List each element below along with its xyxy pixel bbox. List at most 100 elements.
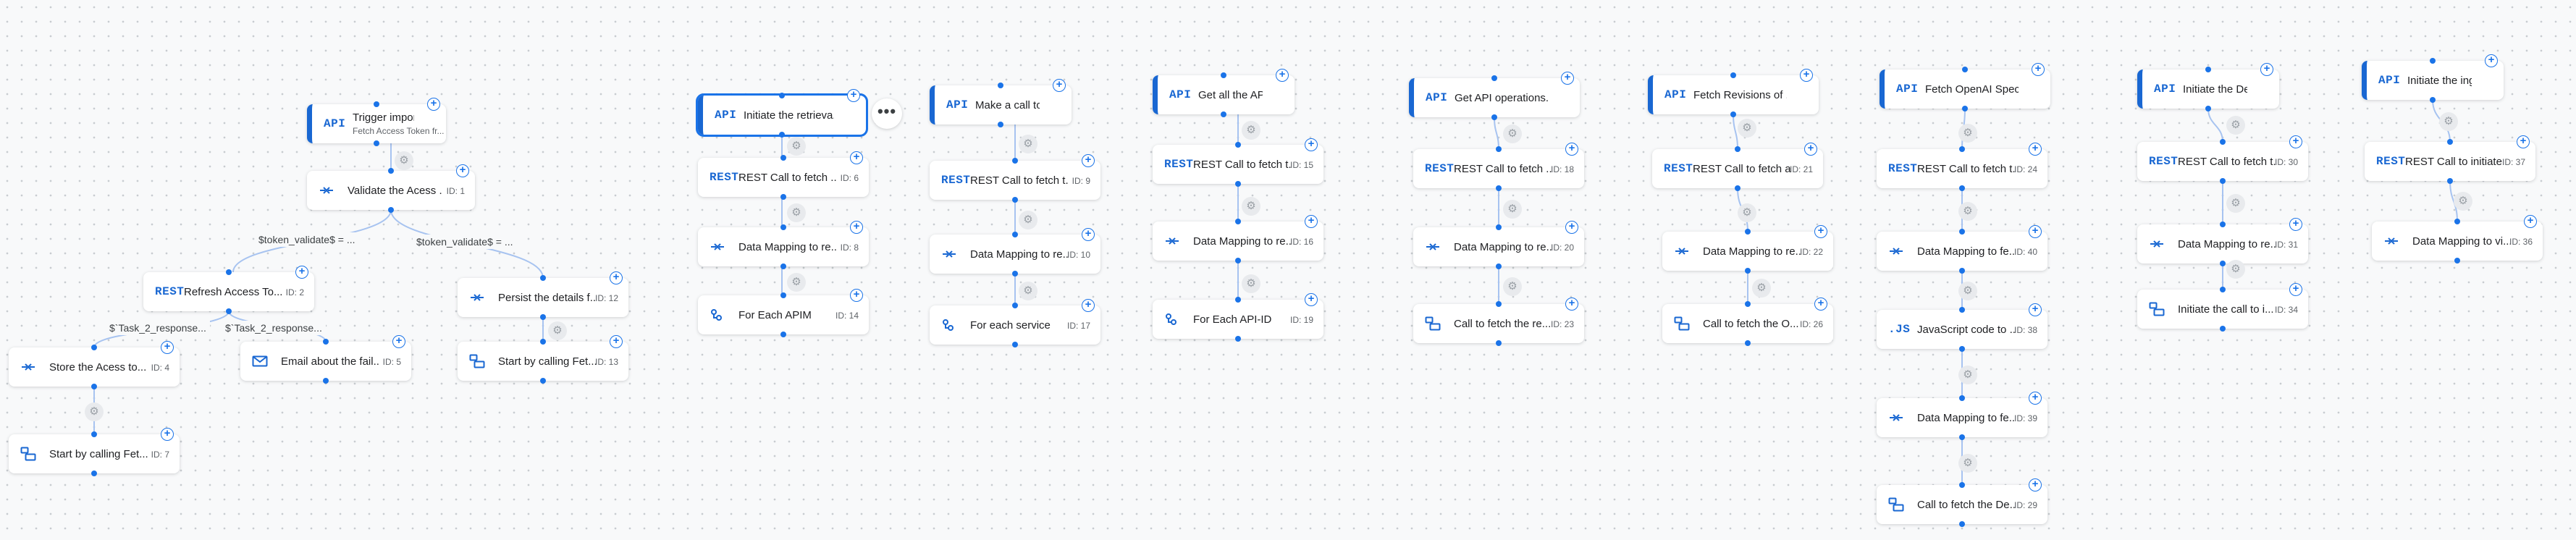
connector-dot[interactable] (91, 471, 97, 476)
gear-icon[interactable]: ⚙ (85, 402, 104, 421)
integration-canvas[interactable]: API Trigger import of d... Fetch Access T… (0, 0, 2576, 540)
add-task-icon[interactable]: + (2289, 135, 2302, 148)
add-task-icon[interactable]: + (456, 164, 469, 177)
connector-dot[interactable] (1012, 232, 1018, 237)
add-task-icon[interactable]: + (1814, 225, 1827, 238)
add-task-icon[interactable]: + (1276, 69, 1289, 82)
connector-dot[interactable] (1496, 340, 1502, 346)
connector-dot[interactable] (388, 168, 394, 174)
edge-condition-label[interactable]: $`Task_2_response... (106, 321, 210, 335)
connector-dot[interactable] (1235, 297, 1241, 303)
add-task-icon[interactable]: + (850, 151, 863, 164)
connector-dot[interactable] (1496, 146, 1502, 152)
task-node[interactable]: Data Mapping to re... ID: 20 + (1413, 221, 1584, 266)
gear-icon[interactable]: ⚙ (2454, 192, 2472, 211)
connector-dot[interactable] (1491, 114, 1497, 120)
connector-dot[interactable] (780, 155, 786, 161)
add-task-icon[interactable]: + (1565, 221, 1578, 234)
connector-dot[interactable] (2220, 261, 2226, 266)
add-task-icon[interactable]: + (1565, 298, 1578, 311)
add-task-icon[interactable]: + (1082, 299, 1095, 312)
task-node[interactable]: Store the Acess to... ID: 4 + (9, 341, 180, 387)
trigger-node[interactable]: API Fetch Revisions of ... + (1648, 69, 1819, 114)
connector-dot[interactable] (1745, 229, 1751, 235)
connector-dot[interactable] (323, 339, 329, 345)
connector-dot[interactable] (779, 93, 785, 98)
add-task-icon[interactable]: + (2289, 218, 2302, 231)
connector-dot[interactable] (780, 263, 786, 269)
connector-dot[interactable] (2220, 326, 2226, 332)
connector-dot[interactable] (1730, 111, 1736, 117)
add-task-icon[interactable]: + (1082, 228, 1095, 241)
task-node[interactable]: Persist the details f... ID: 12 + (458, 271, 628, 317)
task-node[interactable]: Data Mapping to fe... ID: 39 + (1877, 392, 2047, 437)
connector-dot[interactable] (779, 132, 785, 138)
trigger-node[interactable]: API Trigger import of d... Fetch Access T… (307, 98, 446, 143)
trigger-node[interactable]: API Initiate the retrieva... + (696, 89, 868, 137)
gear-icon[interactable]: ⚙ (1738, 203, 1756, 222)
gear-icon[interactable]: ⚙ (1019, 211, 1037, 229)
add-task-icon[interactable]: + (1305, 215, 1318, 228)
gear-icon[interactable]: ⚙ (1019, 282, 1037, 300)
connector-dot[interactable] (1235, 219, 1241, 224)
task-node[interactable]: REST Refresh Access To... ID: 2 + (143, 266, 314, 311)
gear-icon[interactable]: ⚙ (1752, 279, 1771, 298)
connector-dot[interactable] (2205, 106, 2211, 111)
add-task-icon[interactable]: + (161, 341, 174, 354)
add-task-icon[interactable]: + (610, 335, 623, 348)
task-node[interactable]: REST REST Call to fetch ... ID: 18 + (1413, 143, 1584, 188)
gear-icon[interactable]: ⚙ (1503, 277, 1522, 296)
connector-dot[interactable] (540, 314, 546, 320)
connector-dot[interactable] (374, 101, 379, 107)
gear-icon[interactable]: ⚙ (395, 151, 413, 170)
add-task-icon[interactable]: + (847, 89, 860, 102)
connector-dot[interactable] (1959, 482, 1965, 488)
task-node[interactable]: Call to fetch the re... ID: 23 + (1413, 298, 1584, 343)
add-task-icon[interactable]: + (1053, 79, 1066, 92)
connector-dot[interactable] (226, 308, 232, 314)
gear-icon[interactable]: ⚙ (2226, 260, 2245, 279)
gear-icon[interactable]: ⚙ (787, 273, 806, 292)
gear-icon[interactable]: ⚙ (1958, 282, 1977, 300)
connector-dot[interactable] (1959, 229, 1965, 235)
gear-icon[interactable]: ⚙ (787, 137, 806, 156)
task-node[interactable]: REST REST Call to initiate... ID: 37 + (2365, 135, 2535, 181)
gear-icon[interactable]: ⚙ (2439, 112, 2458, 131)
task-node[interactable]: Call to fetch the O... ID: 26 + (1662, 298, 1833, 343)
add-task-icon[interactable]: + (2032, 63, 2045, 76)
gear-icon[interactable]: ⚙ (1019, 135, 1037, 153)
connector-dot[interactable] (226, 269, 232, 275)
task-node[interactable]: For Each API-ID ID: 19 + (1153, 293, 1323, 339)
connector-dot[interactable] (1221, 111, 1226, 117)
gear-icon[interactable]: ⚙ (1958, 454, 1977, 473)
connector-dot[interactable] (91, 384, 97, 389)
add-task-icon[interactable]: + (1305, 138, 1318, 151)
connector-dot[interactable] (91, 431, 97, 437)
gear-icon[interactable]: ⚙ (1242, 197, 1260, 216)
add-task-icon[interactable]: + (850, 221, 863, 234)
task-node[interactable]: Email about the fail... ID: 5 + (240, 335, 411, 381)
add-task-icon[interactable]: + (2029, 478, 2042, 492)
task-node[interactable]: REST REST Call to fetch a... ID: 21 + (1652, 143, 1823, 188)
connector-dot[interactable] (1959, 395, 1965, 401)
connector-dot[interactable] (323, 378, 329, 384)
add-task-icon[interactable]: + (161, 428, 174, 441)
gear-icon[interactable]: ⚙ (1242, 121, 1260, 140)
connector-dot[interactable] (780, 292, 786, 298)
connector-dot[interactable] (1959, 434, 1965, 440)
gear-icon[interactable]: ⚙ (1738, 119, 1756, 138)
connector-dot[interactable] (2430, 97, 2436, 103)
connector-dot[interactable] (1959, 268, 1965, 274)
add-task-icon[interactable]: + (2029, 392, 2042, 405)
connector-dot[interactable] (2220, 287, 2226, 292)
trigger-node[interactable]: API Get all the APIs pre... + (1153, 69, 1295, 114)
add-task-icon[interactable]: + (2260, 63, 2273, 76)
add-task-icon[interactable]: + (1800, 69, 1813, 82)
task-node[interactable]: Data Mapping to re... ID: 10 + (930, 228, 1100, 274)
connector-dot[interactable] (1235, 336, 1241, 342)
more-options-button[interactable]: ••• (872, 98, 902, 129)
add-task-icon[interactable]: + (2517, 135, 2530, 148)
connector-dot[interactable] (1962, 106, 1968, 111)
connector-dot[interactable] (780, 224, 786, 230)
trigger-node[interactable]: API Make a call to fetc... + (930, 79, 1072, 125)
